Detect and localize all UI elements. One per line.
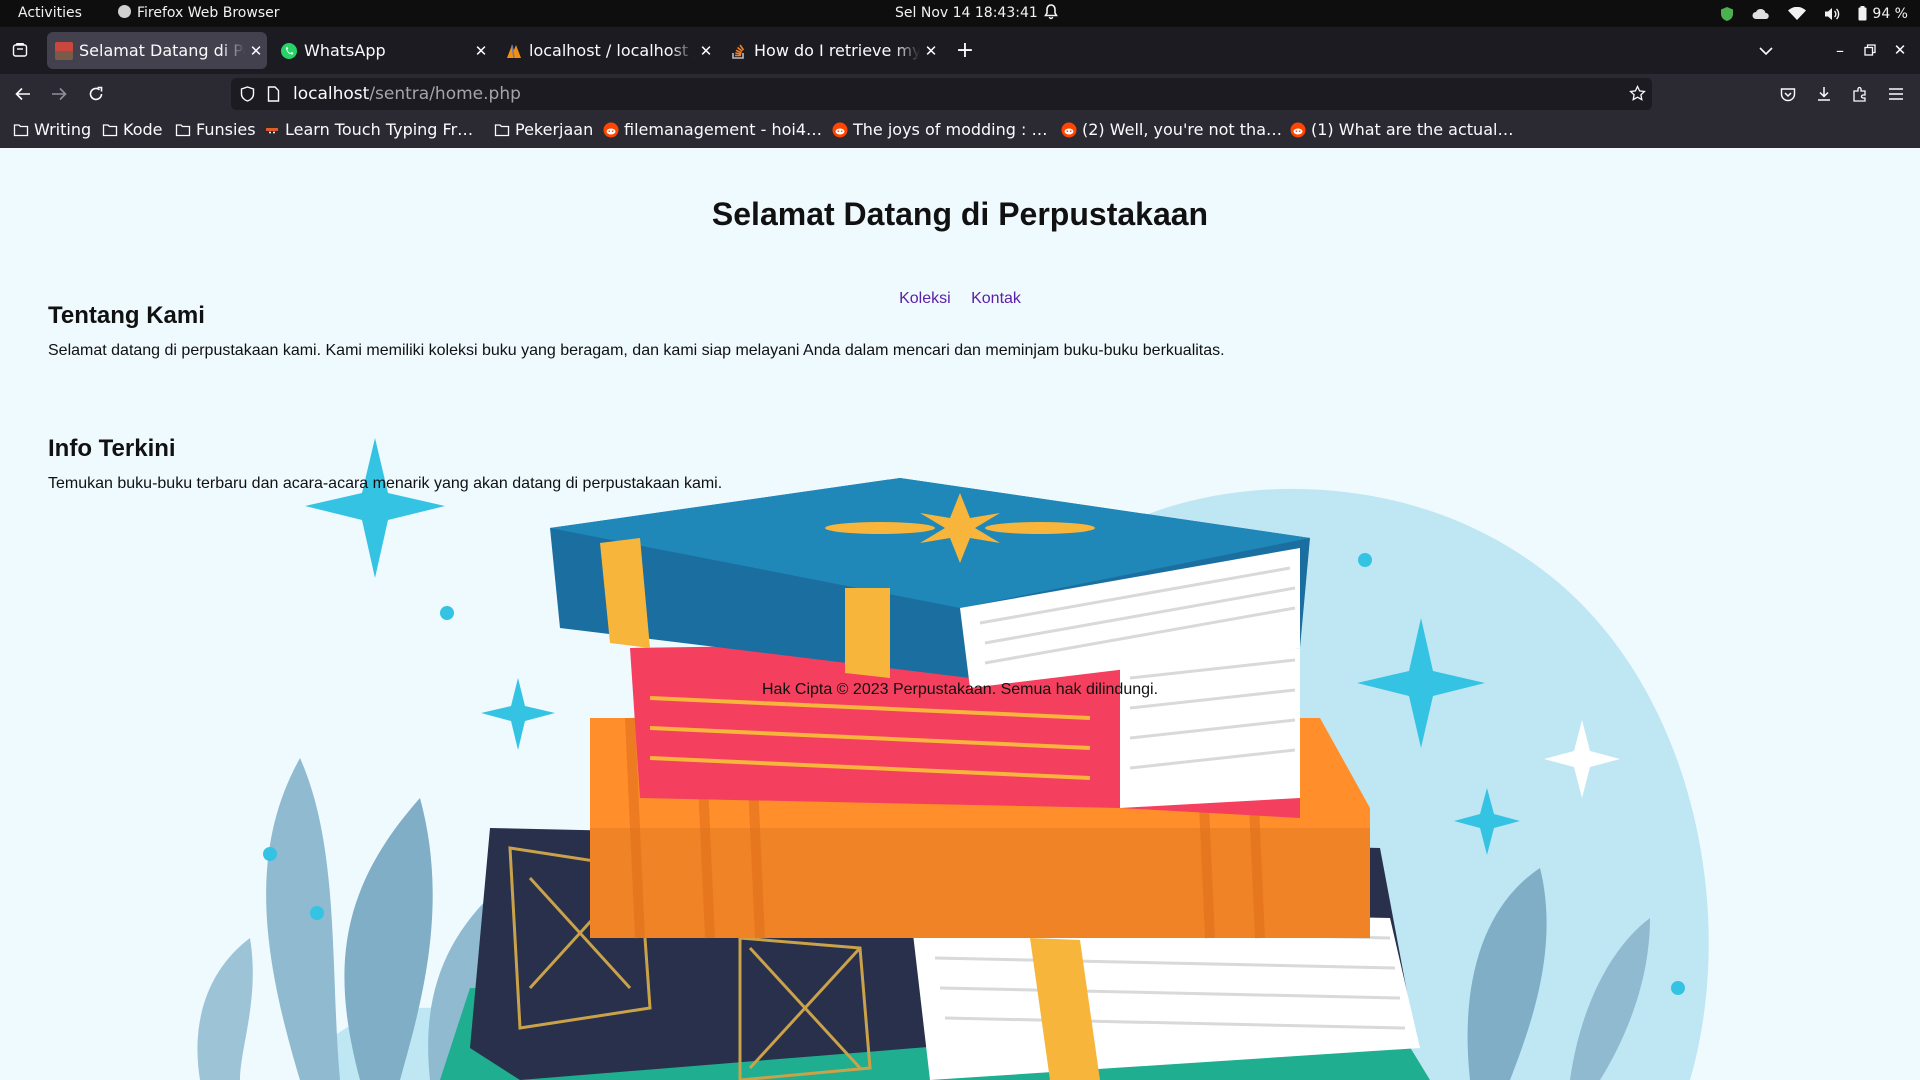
battery-percent: 94 %	[1872, 5, 1908, 22]
app-name: Firefox Web Browser	[137, 5, 280, 21]
bookmarks-toolbar: Writing Kode Funsies Learn Touch Typing …	[0, 114, 1920, 148]
minimize-window-icon[interactable]: –	[1828, 38, 1852, 62]
reddit-icon	[1290, 122, 1306, 137]
news-text: Temukan buku-buku terbaru dan acara-acar…	[48, 475, 723, 492]
battery-icon	[1858, 6, 1867, 21]
url-path: /sentra/home.php	[369, 84, 521, 104]
bookmark-pekerjaan[interactable]: Pekerjaan	[494, 120, 593, 139]
downloads-icon[interactable]	[1812, 82, 1836, 106]
bookmark-label: Funsies	[196, 120, 256, 139]
tab-title: How do I retrieve my	[754, 41, 920, 60]
bookmark-kode[interactable]: Kode	[102, 120, 162, 139]
close-tab-icon[interactable]: ✕	[695, 42, 717, 60]
app-menu[interactable]: Firefox Web Browser	[118, 5, 280, 21]
extensions-puzzle-icon[interactable]	[1848, 82, 1872, 106]
page-viewport: Selamat Datang di Perpustakaan Koleksi K…	[0, 148, 1920, 1080]
reddit-icon	[603, 122, 619, 137]
tab-title: WhatsApp	[304, 41, 386, 60]
page-info-document-icon[interactable]	[267, 86, 280, 106]
about-heading: Tentang Kami	[48, 302, 205, 329]
close-tab-icon[interactable]: ✕	[920, 42, 942, 60]
back-arrow-icon[interactable]	[11, 82, 35, 106]
system-tray[interactable]: 94 %	[1720, 3, 1908, 24]
books-background-illustration	[197, 438, 1709, 1080]
firefox-icon	[118, 5, 131, 18]
bookmark-reddit-modding[interactable]: The joys of modding : …	[832, 120, 1047, 139]
navigation-toolbar: localhost/sentra/home.php	[0, 74, 1920, 114]
bookmark-writing[interactable]: Writing	[13, 120, 91, 139]
firefox-view-icon[interactable]	[8, 38, 32, 62]
bookmark-label: The joys of modding : …	[853, 120, 1048, 139]
nav-link-kontak[interactable]: Kontak	[971, 290, 1021, 307]
bookmark-label: Pekerjaan	[515, 120, 594, 139]
folder-icon	[102, 123, 118, 136]
stackoverflow-icon	[730, 42, 748, 60]
url-bar[interactable]: localhost/sentra/home.php	[231, 78, 1652, 110]
wifi-icon	[1788, 6, 1807, 21]
bookmark-label: Kode	[123, 120, 163, 139]
close-tab-icon[interactable]: ✕	[470, 42, 492, 60]
new-tab-plus-icon[interactable]: +	[952, 37, 978, 63]
battery-indicator: 94 %	[1858, 6, 1908, 22]
volume-icon	[1824, 7, 1840, 21]
about-text: Selamat datang di perpustakaan kami. Kam…	[48, 342, 1225, 359]
bookmark-label: filemanagement - hoi4…	[624, 120, 823, 139]
folder-icon	[13, 123, 29, 136]
tab-library[interactable]: Selamat Datang di Perpustakaan ✕	[47, 32, 267, 69]
tab-title: localhost / localhost / sentra	[529, 41, 695, 60]
nav-link-koleksi[interactable]: Koleksi	[899, 290, 951, 307]
reddit-icon	[1061, 122, 1077, 137]
clock[interactable]: Sel Nov 14 18:43:41	[895, 5, 1038, 21]
hamburger-menu-icon[interactable]	[1884, 82, 1908, 106]
tab-strip: Selamat Datang di Perpustakaan ✕ WhatsAp…	[0, 27, 1920, 74]
close-tab-icon[interactable]: ✕	[245, 42, 267, 60]
tab-phpmyadmin[interactable]: localhost / localhost / sentra ✕	[497, 32, 717, 69]
reload-icon[interactable]	[84, 82, 108, 106]
list-tabs-chevron-down-icon[interactable]	[1754, 39, 1778, 63]
tracking-protection-shield-icon[interactable]	[240, 86, 255, 106]
bookmark-star-icon[interactable]	[1629, 84, 1646, 106]
phpmyadmin-icon	[505, 42, 523, 60]
bookmark-typing[interactable]: Learn Touch Typing Fr…	[264, 120, 473, 139]
url-host: localhost	[293, 84, 370, 104]
pocket-icon[interactable]	[1776, 82, 1800, 106]
tab-stackoverflow[interactable]: How do I retrieve my ✕	[722, 32, 942, 69]
site-navigation: Koleksi Kontak	[0, 290, 1920, 308]
forward-arrow-icon[interactable]	[47, 82, 71, 106]
url-text[interactable]: localhost/sentra/home.php	[293, 84, 521, 104]
notification-bell-icon[interactable]	[1044, 4, 1058, 24]
close-window-icon[interactable]: ✕	[1888, 38, 1912, 62]
restore-window-icon[interactable]	[1858, 38, 1882, 62]
cloud-icon	[1752, 8, 1770, 20]
library-favicon-icon	[55, 41, 73, 60]
whatsapp-icon	[280, 42, 298, 60]
footer-copyright: Hak Cipta © 2023 Perpustakaan. Semua hak…	[761, 681, 1159, 698]
folder-icon	[175, 123, 191, 136]
activities-button[interactable]: Activities	[18, 5, 82, 21]
bookmark-label: (2) Well, you're not tha…	[1082, 120, 1282, 139]
shield-icon	[1720, 6, 1734, 22]
bookmark-label: (1) What are the actual…	[1311, 120, 1514, 139]
news-heading: Info Terkini	[48, 435, 176, 462]
bookmark-label: Learn Touch Typing Fr…	[285, 120, 474, 139]
bookmark-reddit-well[interactable]: (2) Well, you're not tha…	[1061, 120, 1282, 139]
bookmark-reddit-actual[interactable]: (1) What are the actual…	[1290, 120, 1513, 139]
folder-icon	[494, 123, 510, 136]
ninja-icon	[265, 122, 279, 137]
bookmark-funsies[interactable]: Funsies	[175, 120, 256, 139]
tab-whatsapp[interactable]: WhatsApp ✕	[272, 32, 492, 69]
system-top-bar: Activities Firefox Web Browser Sel Nov 1…	[0, 0, 1920, 27]
tab-title: Selamat Datang di Perpustakaan	[79, 41, 245, 60]
page-title: Selamat Datang di Perpustakaan	[711, 196, 1209, 232]
bookmark-reddit-filemanagement[interactable]: filemanagement - hoi4…	[603, 120, 822, 139]
bookmark-label: Writing	[34, 120, 92, 139]
reddit-icon	[832, 122, 848, 137]
